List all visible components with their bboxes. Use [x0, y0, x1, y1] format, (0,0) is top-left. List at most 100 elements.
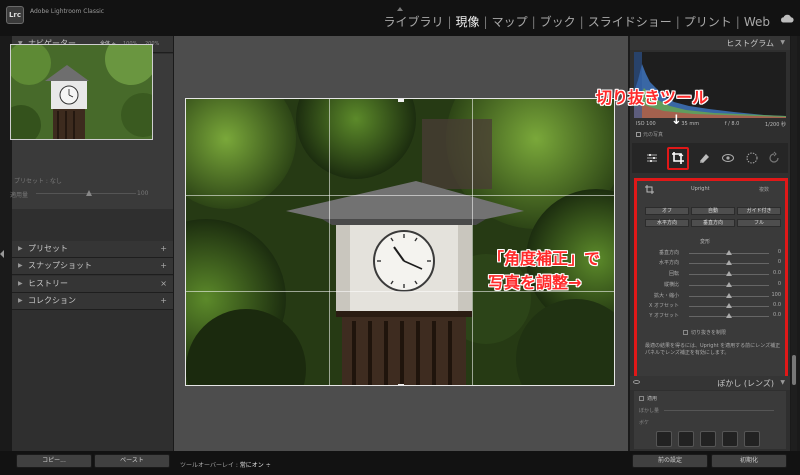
crop-handle-bottom[interactable]: [398, 384, 404, 385]
cloud-icon[interactable]: [780, 14, 794, 23]
crop-area[interactable]: [185, 98, 615, 386]
module-tab[interactable]: 現像: [452, 13, 484, 30]
eye-icon[interactable]: [633, 380, 640, 384]
crop-handle-top[interactable]: [398, 99, 404, 102]
section-collections[interactable]: ▶ コレクション +: [12, 293, 173, 310]
copy-button[interactable]: コピー...: [16, 454, 92, 468]
slider-value[interactable]: 0.0: [773, 312, 781, 318]
module-tab[interactable]: ブック: [536, 13, 580, 30]
slider-scale[interactable]: 拡大・縮小 100: [637, 292, 785, 301]
module-tab[interactable]: スライドショー: [584, 13, 676, 30]
slider-knob[interactable]: [726, 282, 732, 287]
module-tab[interactable]: Web: [740, 15, 774, 29]
spot-removal-icon[interactable]: [697, 151, 711, 165]
shutter-speed: 1/200 秒: [764, 122, 786, 128]
slider-y-offset[interactable]: Y オフセット 0.0: [637, 312, 785, 321]
slider-aspect[interactable]: 縦横比 0: [637, 281, 785, 290]
slider-knob[interactable]: [726, 293, 732, 298]
constrain-crop-checkbox[interactable]: 切り抜きを制限: [683, 329, 726, 336]
section-snapshots[interactable]: ▶ スナップショット +: [12, 258, 173, 275]
expand-triangle-icon: ▶: [18, 245, 23, 252]
upright-level-button[interactable]: 水平方向: [645, 219, 689, 227]
module-tab[interactable]: マップ: [488, 13, 532, 30]
slider-x-offset[interactable]: X オフセット 0.0: [637, 302, 785, 311]
slider-value[interactable]: 0.0: [773, 302, 781, 308]
reset-button[interactable]: 初期化: [711, 454, 787, 468]
original-photo-label: 元の写真: [643, 132, 664, 138]
upright-reset[interactable]: 複数: [759, 186, 769, 193]
scroll-thumb[interactable]: [792, 355, 796, 385]
slider-value[interactable]: 0: [778, 249, 781, 255]
apply-label: 適用: [647, 396, 658, 402]
slider-vertical[interactable]: 垂直方向 0: [637, 249, 785, 258]
histogram-header[interactable]: ヒストグラム ▼: [630, 36, 790, 50]
collapse-left-icon[interactable]: [0, 250, 4, 258]
collapse-top-icon[interactable]: [397, 7, 403, 11]
amount-slider-knob[interactable]: [86, 190, 92, 196]
slider-knob[interactable]: [726, 313, 732, 318]
histogram-title: ヒストグラム: [726, 39, 774, 48]
collapse-triangle-icon: ▼: [780, 379, 785, 386]
crop-tool-highlight: [667, 147, 689, 170]
section-label: ヒストリー: [28, 279, 68, 288]
bokeh-cat-eye-button[interactable]: [744, 431, 760, 447]
section-history[interactable]: ▶ ヒストリー ×: [12, 276, 173, 293]
upright-title: Upright: [691, 186, 710, 192]
slider-knob[interactable]: [726, 260, 732, 265]
module-tab[interactable]: プリント: [680, 13, 736, 30]
blur-amount-label: ぼかし量: [639, 408, 660, 414]
bokeh-ring-button[interactable]: [722, 431, 738, 447]
slider-knob[interactable]: [726, 250, 732, 255]
down-arrow-icon: ↓: [671, 113, 682, 128]
upright-note: 最適の結果を得るには、Upright を適用する前にレンズ補正パネルでレンズ補正…: [645, 343, 781, 356]
clear-icon[interactable]: ×: [160, 276, 167, 292]
slider-label: 回転: [668, 271, 679, 277]
amount-value: 100: [137, 190, 149, 197]
upright-vertical-button[interactable]: 垂直方向: [691, 219, 735, 227]
angle-callout-line2: 写真を調整→: [488, 273, 582, 292]
slider-value[interactable]: 0: [778, 281, 781, 287]
blur-amount-slider[interactable]: [664, 410, 774, 411]
rotate-icon[interactable]: [767, 151, 781, 165]
slider-value[interactable]: 0: [778, 259, 781, 265]
slider-value[interactable]: 0.0: [773, 270, 781, 276]
masking-icon[interactable]: [745, 151, 759, 165]
previous-settings-button[interactable]: 前の設定: [632, 454, 708, 468]
upright-off-button[interactable]: オフ: [645, 207, 689, 215]
sliders-icon[interactable]: [645, 151, 659, 165]
lens-blur-panel: 適用 ぼかし量 ボケ: [634, 391, 786, 449]
red-eye-icon[interactable]: [721, 151, 735, 165]
bokeh-blade-button[interactable]: [700, 431, 716, 447]
add-icon[interactable]: +: [160, 258, 167, 274]
upright-guided-button[interactable]: ガイド付き: [737, 207, 781, 215]
add-icon[interactable]: +: [160, 293, 167, 309]
lens-blur-header[interactable]: ぼかし (レンズ) ▼: [630, 376, 790, 390]
angle-callout-line1: 「角度補正」で: [488, 249, 601, 268]
module-tab[interactable]: ライブラリ: [379, 13, 447, 30]
slider-rotate[interactable]: 回転 0.0: [637, 270, 785, 279]
constrain-crop-label: 切り抜きを制限: [691, 330, 727, 336]
add-icon[interactable]: +: [160, 241, 167, 257]
bokeh-bubble-button[interactable]: [678, 431, 694, 447]
amount-label: 適用量: [10, 192, 29, 199]
upright-crop-icon[interactable]: [645, 185, 654, 194]
slider-horizontal[interactable]: 水平方向 0: [637, 259, 785, 268]
paste-button[interactable]: ペースト: [94, 454, 170, 468]
right-scrollbar[interactable]: [791, 36, 797, 451]
slider-label: X オフセット: [648, 303, 679, 309]
section-presets[interactable]: ▶ プリセット +: [12, 241, 173, 258]
upright-auto-button[interactable]: 自動: [691, 207, 735, 215]
upright-full-button[interactable]: フル: [737, 219, 781, 227]
navigator-thumbnail[interactable]: [10, 44, 153, 140]
tool-overlay[interactable]: ツールオーバーレイ : 常にオン ÷: [180, 460, 271, 469]
tool-overlay-value[interactable]: 常にオン ÷: [240, 462, 271, 469]
slider-value[interactable]: 100: [771, 292, 781, 298]
crop-tool-callout: 切り抜きツール: [596, 88, 709, 107]
bokeh-circle-button[interactable]: [656, 431, 672, 447]
original-photo-toggle[interactable]: 元の写真: [636, 131, 663, 138]
exif-info: ISO 100 35 mm f / 8.0 1/200 秒: [636, 121, 786, 128]
slider-knob[interactable]: [726, 271, 732, 276]
slider-knob[interactable]: [726, 303, 732, 308]
apply-checkbox[interactable]: 適用: [639, 395, 657, 402]
slider-label: 水平方向: [658, 260, 679, 266]
